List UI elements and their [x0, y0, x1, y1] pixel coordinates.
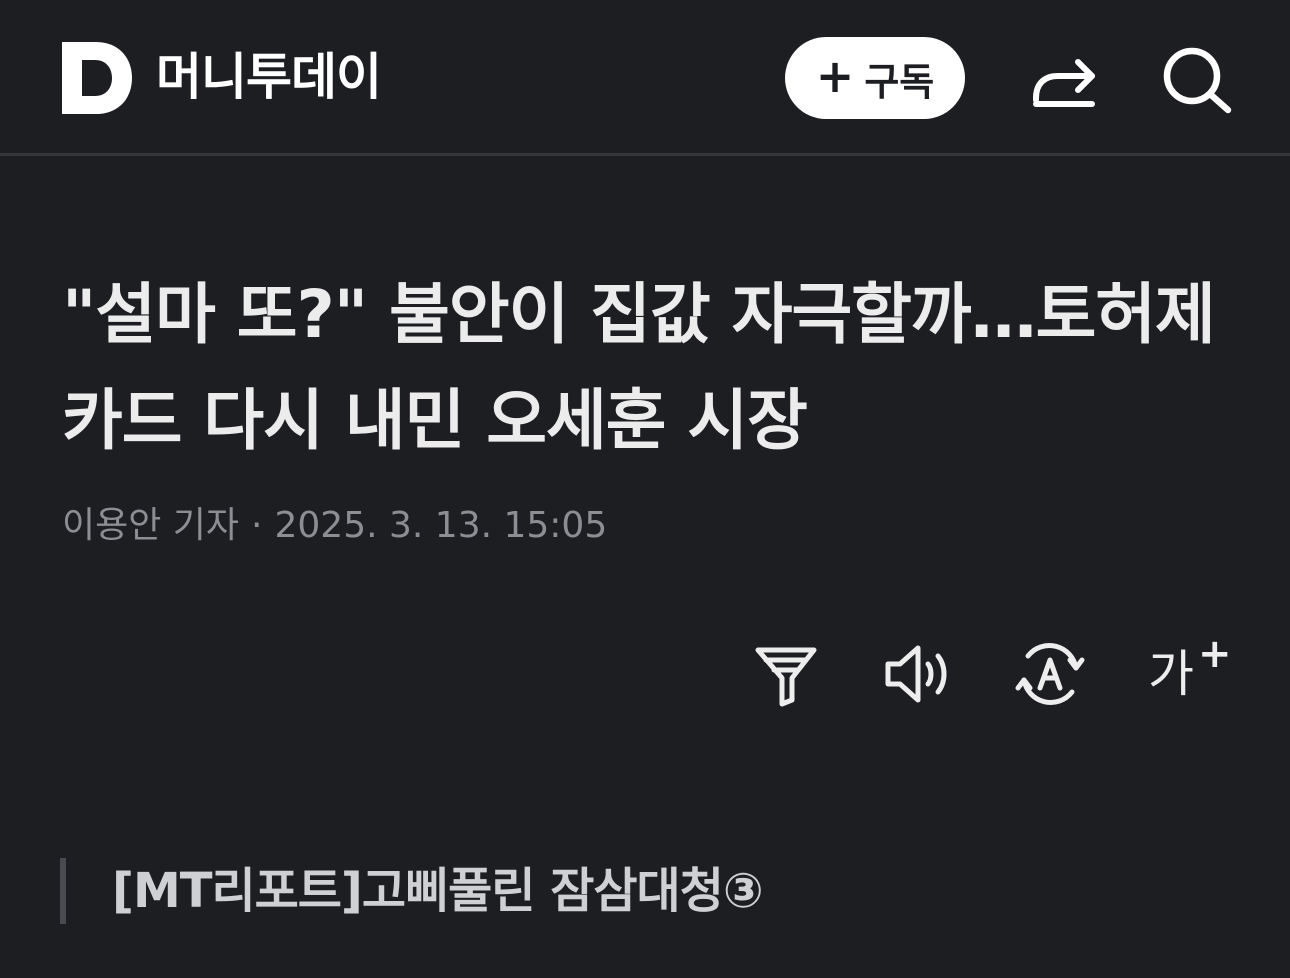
article-toolbar: 가 +: [0, 631, 1290, 710]
subscribe-label: 구독: [864, 59, 935, 104]
app-header: 머니투데이 + 구독: [0, 0, 1290, 156]
filter-button[interactable]: [750, 638, 822, 710]
author-name[interactable]: 이용안 기자: [62, 505, 239, 546]
translate-button[interactable]: [1014, 638, 1086, 710]
font-size-button[interactable]: 가 +: [1148, 631, 1232, 710]
logo-icon[interactable]: [62, 42, 132, 114]
search-icon[interactable]: [1160, 44, 1234, 114]
summary-quote-bar: [60, 858, 66, 924]
font-size-label: 가: [1148, 645, 1194, 703]
font-size-plus: +: [1198, 631, 1232, 677]
speaker-icon: [885, 645, 947, 703]
audio-button[interactable]: [882, 638, 954, 710]
filter-icon: [755, 647, 817, 707]
subscribe-button[interactable]: + 구독: [785, 37, 965, 119]
brand-name[interactable]: 머니투데이: [156, 46, 382, 108]
plus-icon: +: [815, 49, 855, 103]
translate-icon: [1015, 643, 1085, 705]
publish-date: 2025. 3. 13. 15:05: [274, 505, 608, 546]
article-byline: 이용안 기자 · 2025. 3. 13. 15:05: [62, 502, 607, 550]
byline-separator: ·: [251, 505, 263, 546]
share-icon[interactable]: [1030, 46, 1100, 110]
article-summary: [MT리포트]고삐풀린 잠삼대청③: [112, 863, 763, 919]
article-headline: "설마 또?" 불안이 집값 자극할까…토허제 카드 다시 내민 오세훈 시장: [62, 276, 1216, 459]
